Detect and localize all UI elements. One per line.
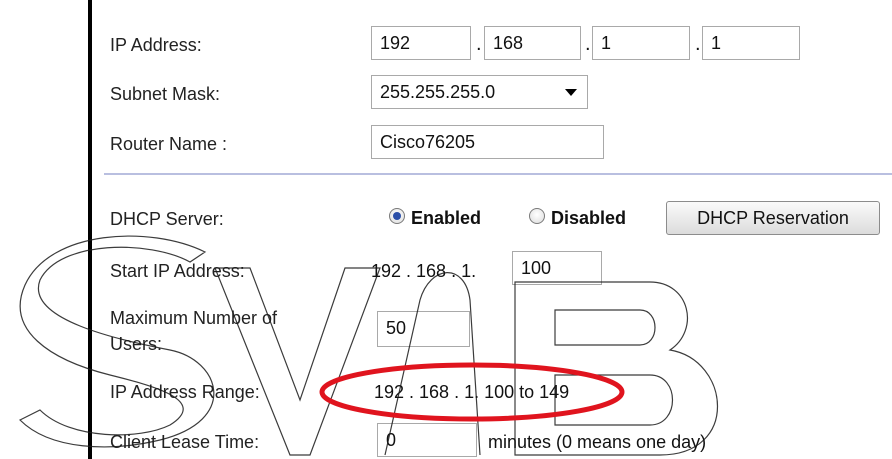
dhcp-enabled-radio[interactable] — [389, 208, 405, 224]
max-users-label-line2: Users: — [110, 334, 163, 354]
max-users-label-line1: Maximum Number of — [110, 308, 278, 328]
dhcp-disabled-radio[interactable] — [529, 208, 545, 224]
subnet-mask-label: Subnet Mask: — [110, 84, 221, 104]
ip-range-label: IP Address Range: — [110, 382, 260, 402]
lease-time-hint: minutes (0 means one day) — [488, 432, 707, 452]
subnet-mask-select[interactable]: 255.255.255.0 — [371, 75, 588, 109]
ip-octet-3-input[interactable]: 1 — [592, 26, 690, 60]
ip-octet-2-input[interactable]: 168 — [484, 26, 581, 60]
ip-octet-1-input[interactable]: 192 — [371, 26, 471, 60]
section-divider — [104, 173, 892, 175]
dhcp-reservation-button[interactable]: DHCP Reservation — [666, 201, 880, 235]
chevron-down-icon — [565, 89, 577, 96]
ip-dot-1: . — [476, 33, 482, 55]
max-users-input[interactable]: 50 — [377, 311, 470, 347]
ip-range-value: 192 . 168 . 1. 100 to 149 — [374, 382, 570, 402]
dhcp-server-label: DHCP Server: — [110, 209, 224, 229]
start-ip-prefix: 192 . 168 . 1. — [371, 261, 477, 281]
ip-dot-2: . — [585, 33, 591, 55]
ip-octet-4-input[interactable]: 1 — [702, 26, 800, 60]
client-lease-time-label: Client Lease Time: — [110, 432, 260, 452]
router-name-label: Router Name : — [110, 134, 228, 154]
dhcp-disabled-label[interactable]: Disabled — [551, 206, 626, 230]
router-name-input[interactable]: Cisco76205 — [371, 125, 604, 159]
lease-time-input[interactable]: 0 — [377, 423, 477, 457]
start-ip-label: Start IP Address: — [110, 261, 245, 281]
start-ip-last-octet-input[interactable]: 100 — [512, 251, 602, 285]
ip-address-label: IP Address: — [110, 35, 202, 55]
ip-dot-3: . — [695, 33, 701, 55]
dhcp-enabled-label[interactable]: Enabled — [411, 206, 481, 230]
subnet-mask-value: 255.255.255.0 — [380, 82, 496, 102]
router-settings-panel: IP Address: 192 . 168 . 1 . 1 Subnet Mas… — [88, 0, 892, 459]
